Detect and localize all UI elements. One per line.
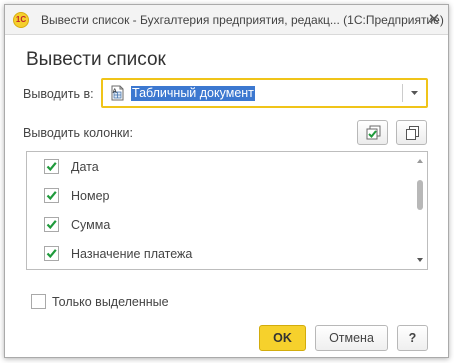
checkbox-checked[interactable] (44, 246, 59, 261)
dialog-window: 1С Вывести список - Бухгалтерия предприя… (4, 4, 449, 358)
copy-button[interactable] (396, 120, 427, 145)
scroll-up-icon[interactable] (417, 159, 423, 163)
check-icon (46, 191, 57, 201)
title-bar[interactable]: 1С Вывести список - Бухгалтерия предприя… (5, 5, 448, 35)
cancel-button[interactable]: Отмена (315, 325, 388, 351)
list-item[interactable]: Назначение платежа (27, 240, 411, 269)
list-item-label: Назначение платежа (71, 247, 193, 261)
page-title: Вывести список (26, 49, 166, 70)
scroll-down-icon[interactable] (417, 258, 423, 262)
list-item-label: Дата (71, 160, 99, 174)
svg-text:A: A (113, 89, 118, 95)
scrollbar[interactable] (413, 152, 427, 269)
list-item-label: Сумма (71, 218, 111, 232)
ok-button[interactable]: OK (259, 325, 306, 351)
list-item[interactable]: Сумма (27, 211, 411, 240)
scroll-thumb[interactable] (417, 180, 423, 210)
output-to-label: Выводить в: (23, 87, 94, 101)
columns-list[interactable]: Дата Номер Сумма Назначение платежа (26, 151, 428, 270)
app-logo: 1С (13, 12, 29, 28)
list-item-label: Номер (71, 189, 110, 203)
output-to-select[interactable]: A Табличный документ (101, 78, 428, 108)
check-all-button[interactable] (357, 120, 388, 145)
only-selected-label: Только выделенные (52, 295, 169, 309)
list-item[interactable]: Номер (27, 182, 411, 211)
columns-label: Выводить колонки: (23, 126, 133, 140)
checkbox-checked[interactable] (44, 188, 59, 203)
close-icon[interactable]: ✕ (426, 12, 442, 28)
copy-icon (406, 126, 419, 140)
check-all-icon (366, 125, 381, 140)
only-selected-checkbox[interactable] (31, 294, 46, 309)
checkbox-checked[interactable] (44, 159, 59, 174)
check-icon (46, 162, 57, 172)
help-button[interactable]: ? (397, 325, 428, 351)
check-icon (46, 220, 57, 230)
dropdown-button[interactable] (403, 80, 426, 106)
check-icon (46, 249, 57, 259)
output-to-value: Табличный документ (131, 86, 255, 101)
list-item[interactable]: Дата (27, 153, 411, 182)
spreadsheet-document-icon: A (111, 85, 124, 101)
chevron-down-icon (411, 91, 418, 95)
window-title: Вывести список - Бухгалтерия предприятия… (41, 13, 444, 27)
checkbox-checked[interactable] (44, 217, 59, 232)
